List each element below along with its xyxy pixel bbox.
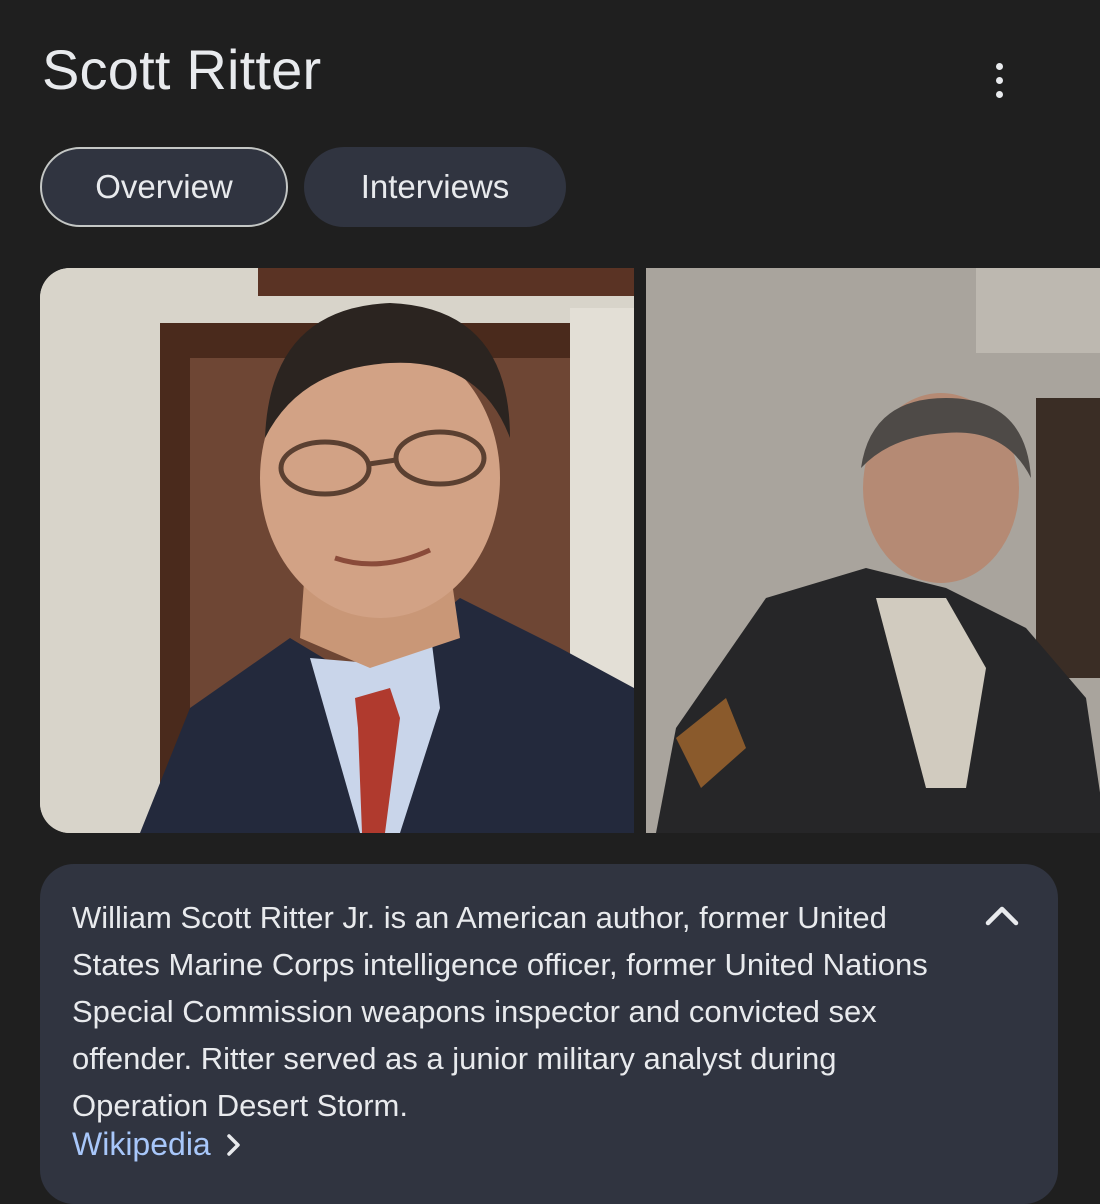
collapse-button[interactable] (980, 894, 1024, 938)
person-photo[interactable] (40, 268, 634, 833)
tab-overview[interactable]: Overview (40, 147, 288, 227)
image-carousel[interactable] (40, 268, 1100, 833)
more-options-button[interactable] (976, 56, 1022, 104)
summary-text: William Scott Ritter Jr. is an American … (72, 900, 928, 1123)
chevron-right-icon (226, 1133, 240, 1156)
officer-photo-illustration (646, 268, 1100, 833)
page-title: Scott Ritter (42, 38, 322, 101)
tab-bar: Overview Interviews (40, 147, 566, 227)
more-vert-icon (995, 62, 1003, 70)
knowledge-panel-summary: William Scott Ritter Jr. is an American … (40, 864, 1058, 1204)
chevron-up-icon (985, 906, 1019, 926)
source-label: Wikipedia (72, 1126, 211, 1162)
portrait-illustration (40, 268, 634, 833)
wikipedia-link[interactable]: Wikipedia (72, 1126, 243, 1163)
person-photo[interactable] (646, 268, 1100, 833)
tab-interviews[interactable]: Interviews (304, 147, 566, 227)
